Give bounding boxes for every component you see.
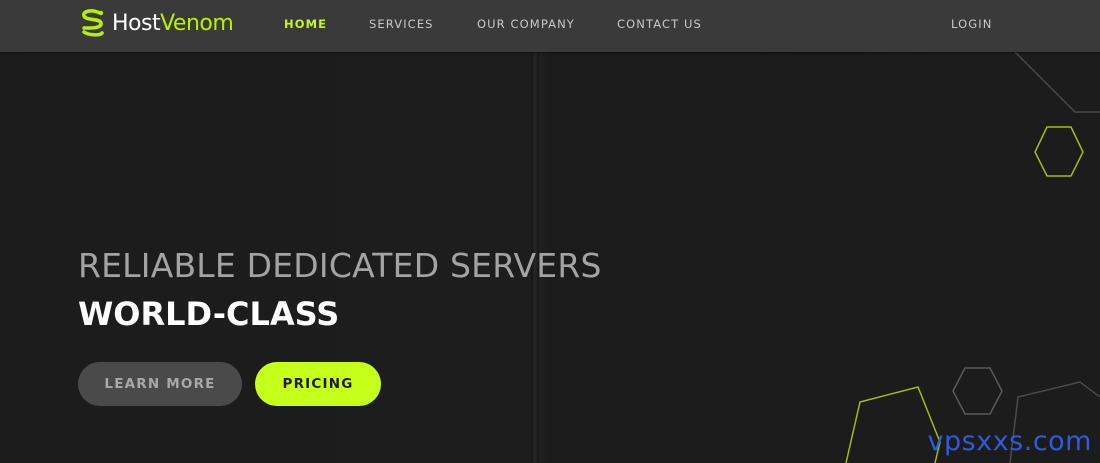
brand-name-venom: Venom [160,11,234,36]
nav-contact-us[interactable]: CONTACT US [617,17,702,31]
nav-our-company[interactable]: OUR COMPANY [477,17,575,31]
snake-logo-icon [82,9,104,37]
hero-subheadline: WORLD-CLASS [78,295,340,333]
nav-login[interactable]: LOGIN [951,17,992,31]
page: HostVenom HOME SERVICES OUR COMPANY CONT… [0,0,1100,463]
brand-name: HostVenom [112,11,234,36]
brand-logo[interactable]: HostVenom [78,7,234,41]
hero-headline: RELIABLE DEDICATED SERVERS [78,246,602,285]
learn-more-button[interactable]: LEARN MORE [78,362,242,406]
brand-name-host: Host [112,11,161,36]
nav-services[interactable]: SERVICES [369,17,434,31]
hero-section: RELIABLE DEDICATED SERVERS WORLD-CLASS L… [0,52,1100,463]
watermark-text: vpsxxs.com [927,426,1092,457]
top-navigation-bar: HostVenom HOME SERVICES OUR COMPANY CONT… [0,0,1100,52]
pricing-button[interactable]: PRICING [255,362,381,406]
nav-home[interactable]: HOME [284,17,327,31]
